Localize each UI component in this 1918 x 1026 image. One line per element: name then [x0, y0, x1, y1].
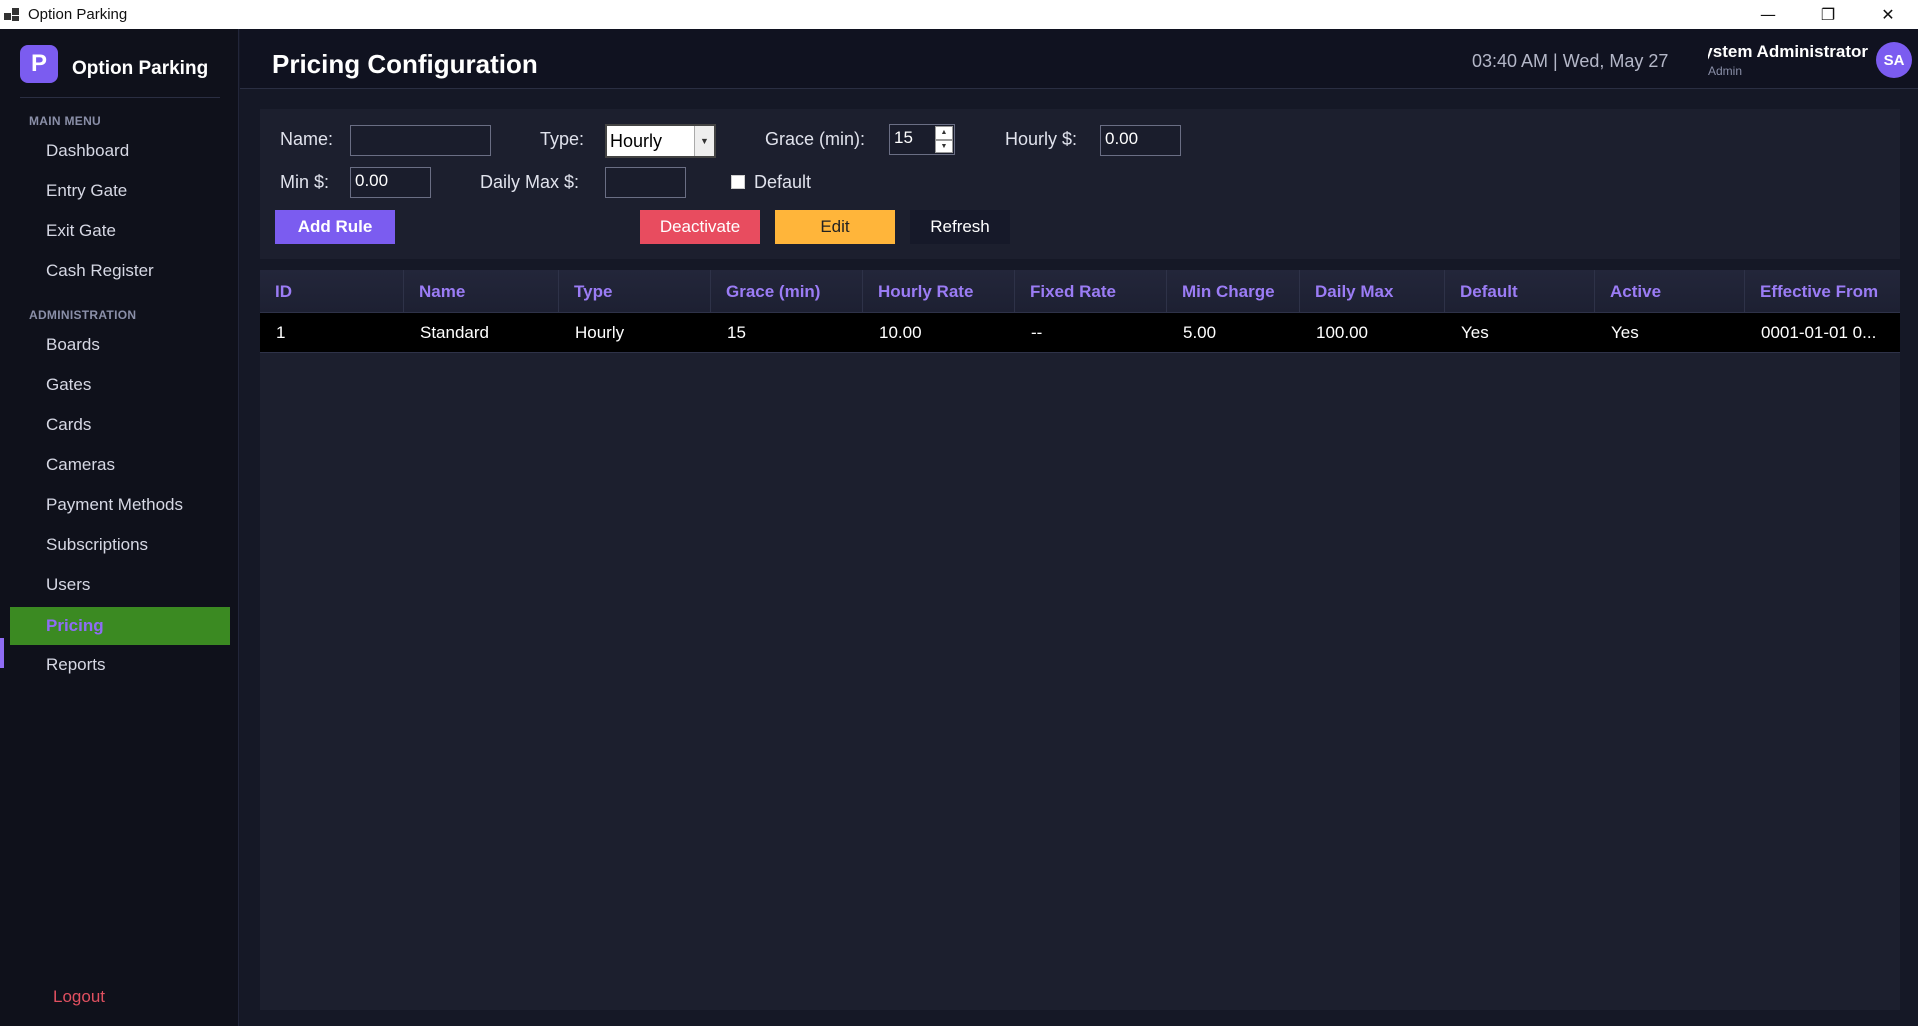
- cell-fixed-rate: --: [1031, 323, 1043, 342]
- brand-divider: [20, 97, 220, 98]
- table-row[interactable]: 1 Standard Hourly 15 10.00 -- 5.00 100.0…: [260, 313, 1900, 353]
- section-main-menu: MAIN MENU: [29, 114, 102, 128]
- sidebar-item-gates[interactable]: Gates: [10, 366, 230, 404]
- spin-up-icon[interactable]: ▲: [935, 126, 953, 140]
- brand: P Option Parking: [20, 45, 208, 83]
- brand-logo-icon: P: [20, 45, 58, 83]
- user-name: System Administrator: [1708, 42, 1868, 61]
- daily-max-input[interactable]: [605, 167, 686, 198]
- sidebar-item-cameras[interactable]: Cameras: [10, 446, 230, 484]
- name-input[interactable]: [350, 125, 491, 156]
- window-titlebar: Option Parking — ❐ ✕: [0, 0, 1918, 29]
- sidebar-item-reports[interactable]: Reports: [10, 646, 230, 684]
- sidebar-item-cash-register[interactable]: Cash Register: [10, 252, 230, 290]
- avatar[interactable]: SA: [1876, 42, 1912, 78]
- sidebar-item-cards[interactable]: Cards: [10, 406, 230, 444]
- grace-stepper[interactable]: 15 ▲ ▼: [889, 124, 955, 155]
- sidebar-item-pricing[interactable]: Pricing: [10, 607, 230, 645]
- app-icon: [4, 6, 22, 24]
- window-title: Option Parking: [28, 6, 128, 23]
- daily-max-label: Daily Max $:: [480, 172, 580, 192]
- add-rule-button[interactable]: Add Rule: [275, 210, 395, 244]
- close-button[interactable]: ✕: [1858, 0, 1918, 29]
- col-active[interactable]: Active: [1595, 270, 1745, 313]
- cell-default: Yes: [1461, 323, 1489, 342]
- col-hourly-rate[interactable]: Hourly Rate: [863, 270, 1015, 313]
- cell-effective-from: 0001-01-01 0...: [1761, 323, 1877, 342]
- type-select-value: Hourly: [610, 130, 663, 151]
- cell-active: Yes: [1611, 323, 1639, 342]
- col-fixed-rate[interactable]: Fixed Rate: [1015, 270, 1167, 313]
- col-name[interactable]: Name: [404, 270, 559, 313]
- cell-min-charge: 5.00: [1183, 323, 1217, 342]
- table-header: ID Name Type Grace (min) Hourly Rate Fix…: [260, 270, 1900, 313]
- sidebar-item-users[interactable]: Users: [10, 566, 230, 604]
- deactivate-button[interactable]: Deactivate: [640, 210, 760, 244]
- active-indicator: [0, 638, 4, 668]
- default-checkbox[interactable]: [731, 175, 745, 189]
- col-effective-from[interactable]: Effective From: [1745, 270, 1900, 313]
- col-type[interactable]: Type: [559, 270, 711, 313]
- spin-down-icon[interactable]: ▼: [935, 139, 953, 153]
- grace-value: 15: [894, 128, 913, 147]
- hourly-label: Hourly $:: [1005, 129, 1078, 149]
- sidebar-item-entry-gate[interactable]: Entry Gate: [10, 172, 230, 210]
- col-min-charge[interactable]: Min Charge: [1167, 270, 1300, 313]
- cell-name: Standard: [420, 323, 489, 342]
- min-input[interactable]: 0.00: [350, 167, 431, 198]
- cell-type: Hourly: [575, 323, 625, 342]
- refresh-button[interactable]: Refresh: [910, 210, 1010, 244]
- page-title: Pricing Configuration: [272, 49, 538, 79]
- chevron-down-icon[interactable]: ▼: [694, 126, 714, 156]
- section-administration: ADMINISTRATION: [29, 308, 137, 322]
- grace-label: Grace (min):: [765, 129, 866, 149]
- col-grace[interactable]: Grace (min): [711, 270, 863, 313]
- maximize-button[interactable]: ❐: [1798, 0, 1858, 29]
- pricing-table: ID Name Type Grace (min) Hourly Rate Fix…: [260, 270, 1900, 1010]
- minimize-button[interactable]: —: [1738, 0, 1798, 29]
- sidebar-item-exit-gate[interactable]: Exit Gate: [10, 212, 230, 250]
- type-label: Type:: [540, 129, 585, 149]
- clock: 03:40 AM | Wed, May 27: [1472, 51, 1669, 71]
- logout-link[interactable]: Logout: [53, 987, 105, 1007]
- sidebar-item-payment-methods[interactable]: Payment Methods: [10, 486, 230, 524]
- type-select[interactable]: Hourly ▼: [605, 124, 716, 158]
- pricing-form: Name: Type: Hourly ▼ Grace (min): 15 ▲ ▼…: [260, 109, 1900, 259]
- default-label: Default: [754, 172, 812, 192]
- name-label: Name:: [280, 129, 334, 149]
- col-daily-max[interactable]: Daily Max: [1300, 270, 1445, 313]
- cell-hourly-rate: 10.00: [879, 323, 922, 342]
- edit-button[interactable]: Edit: [775, 210, 895, 244]
- min-label: Min $:: [280, 172, 330, 192]
- sidebar-item-dashboard[interactable]: Dashboard: [10, 132, 230, 170]
- hourly-input[interactable]: 0.00: [1100, 125, 1181, 156]
- cell-id: 1: [276, 323, 286, 342]
- cell-daily-max: 100.00: [1316, 323, 1368, 342]
- brand-name: Option Parking: [72, 58, 209, 79]
- cell-grace: 15: [727, 323, 746, 342]
- col-id[interactable]: ID: [260, 270, 404, 313]
- sidebar-item-boards[interactable]: Boards: [10, 326, 230, 364]
- user-role: Admin: [1708, 64, 1743, 78]
- page-header: Pricing Configuration 03:40 AM | Wed, Ma…: [240, 29, 1918, 89]
- sidebar: P Option Parking MAIN MENU Dashboard Ent…: [0, 29, 239, 1026]
- sidebar-item-subscriptions[interactable]: Subscriptions: [10, 526, 230, 564]
- col-default[interactable]: Default: [1445, 270, 1595, 313]
